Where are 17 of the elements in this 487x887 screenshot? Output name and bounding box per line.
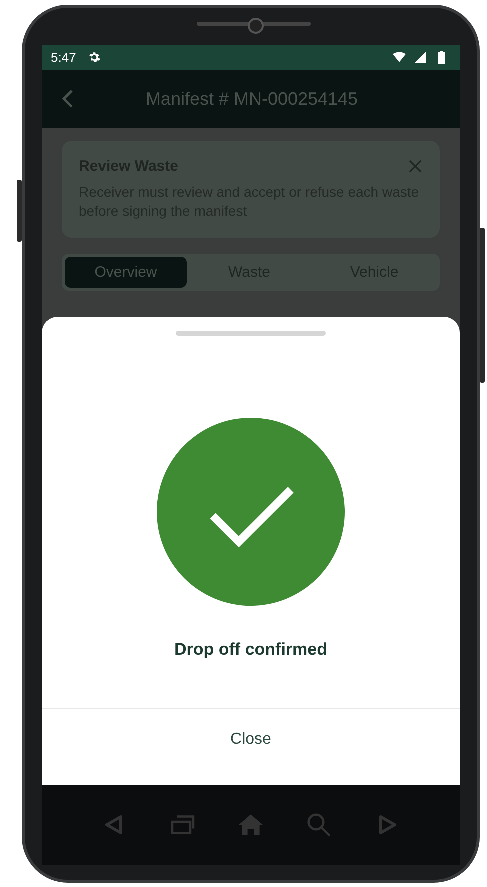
status-time: 5:47 [51, 50, 76, 65]
close-icon[interactable] [409, 160, 422, 173]
search-icon[interactable] [307, 813, 332, 837]
confirmation-message: Drop off confirmed [174, 640, 328, 660]
tab[interactable]: Overview [65, 257, 187, 288]
wifi-icon [393, 52, 406, 63]
settings-icon [88, 51, 102, 64]
checkmark-circle-icon [157, 418, 345, 606]
close-button[interactable]: Close [220, 727, 282, 753]
signal-icon [414, 52, 427, 63]
home-icon[interactable] [238, 813, 263, 837]
screen-title: Manifest # MN-000254145 [144, 88, 360, 110]
camera-lens [248, 18, 264, 34]
recent-apps-icon[interactable] [170, 813, 195, 837]
drag-handle[interactable] [176, 331, 326, 336]
battery-icon [438, 51, 446, 64]
back-icon[interactable] [62, 89, 74, 109]
